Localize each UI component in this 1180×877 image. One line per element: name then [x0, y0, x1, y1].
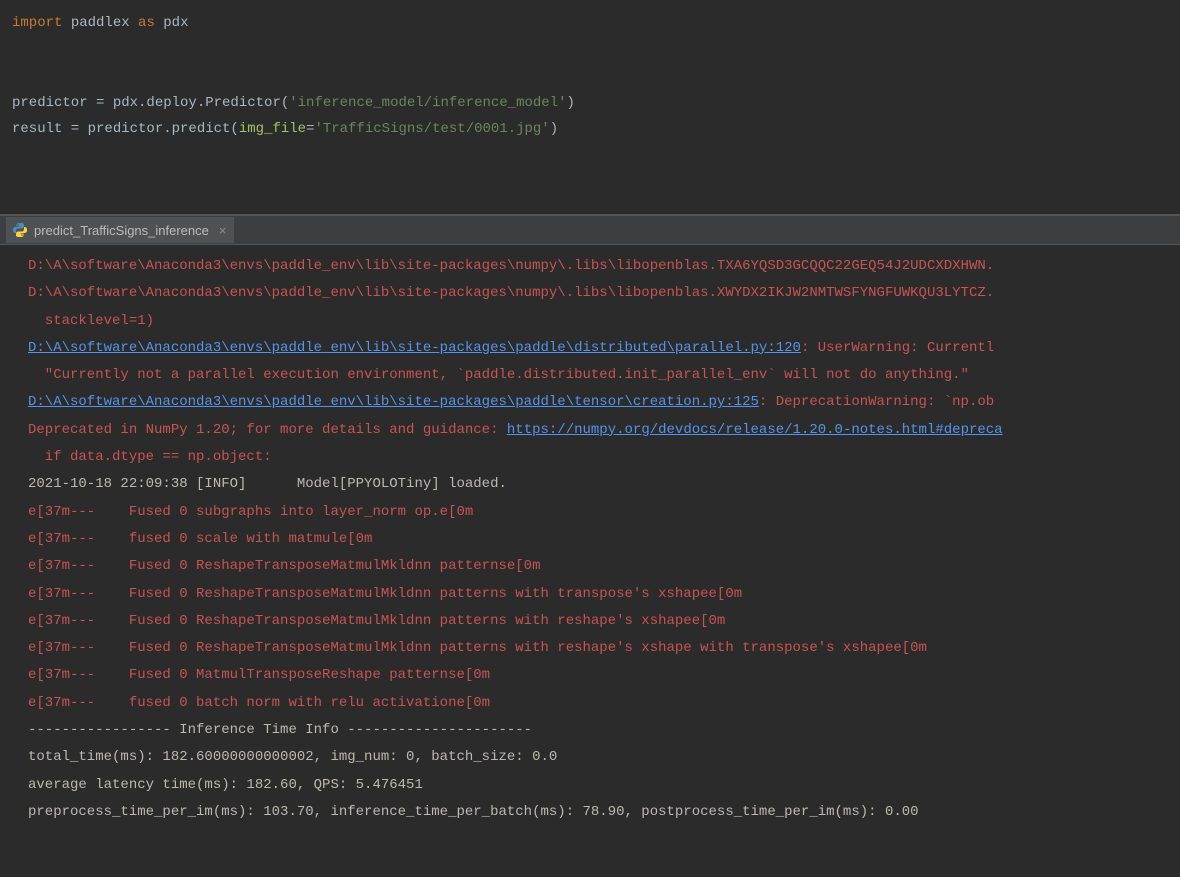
param-name: img_file	[239, 121, 306, 137]
console-line: : UserWarning: Currentl	[801, 340, 994, 356]
console-line: e[37m--- Fused 0 ReshapeTransposeMatmulM…	[28, 640, 927, 656]
code-editor[interactable]: import paddlex as pdx predictor = pdx.de…	[0, 0, 1180, 215]
console-line: 2021-10-18 22:09:38 [INFO] Model[PPYOLOT…	[28, 476, 507, 492]
console-line: D:\A\software\Anaconda3\envs\paddle_env\…	[28, 258, 994, 274]
console-line: e[37m--- Fused 0 ReshapeTransposeMatmulM…	[28, 558, 540, 574]
console-line: e[37m--- fused 0 batch norm with relu ac…	[28, 695, 490, 711]
console-output[interactable]: D:\A\software\Anaconda3\envs\paddle_env\…	[0, 245, 1180, 877]
console-line: e[37m--- Fused 0 subgraphs into layer_no…	[28, 504, 473, 520]
run-tab[interactable]: predict_TrafficSigns_inference ×	[6, 217, 234, 243]
console-line: D:\A\software\Anaconda3\envs\paddle_env\…	[28, 285, 994, 301]
console-line: e[37m--- Fused 0 ReshapeTransposeMatmulM…	[28, 586, 742, 602]
code-text: )	[550, 121, 558, 137]
string-literal: 'inference_model/inference_model'	[289, 95, 566, 111]
keyword-import: import	[12, 15, 62, 31]
console-line: e[37m--- fused 0 scale with matmule[0m	[28, 531, 372, 547]
console-line: if data.dtype == np.object:	[28, 449, 272, 465]
console-line: "Currently not a parallel execution envi…	[28, 367, 969, 383]
code-text: paddlex	[62, 15, 138, 31]
code-text: )	[567, 95, 575, 111]
code-text: predictor = pdx.deploy.Predictor(	[12, 95, 289, 111]
console-line: : DeprecationWarning: `np.ob	[759, 394, 994, 410]
code-text: pdx	[155, 15, 189, 31]
console-line: Deprecated in NumPy 1.20; for more detai…	[28, 422, 507, 438]
keyword-as: as	[138, 15, 155, 31]
console-line: e[37m--- Fused 0 ReshapeTransposeMatmulM…	[28, 613, 725, 629]
string-literal: 'TrafficSigns/test/0001.jpg'	[314, 121, 549, 137]
console-link[interactable]: D:\A\software\Anaconda3\envs\paddle_env\…	[28, 340, 801, 356]
console-line: stacklevel=1)	[28, 313, 154, 329]
console-line: average latency time(ms): 182.60, QPS: 5…	[28, 777, 423, 793]
console-line: e[37m--- Fused 0 MatmulTransposeReshape …	[28, 667, 490, 683]
python-icon	[12, 222, 28, 238]
code-text: result = predictor.predict(	[12, 121, 239, 137]
console-link[interactable]: https://numpy.org/devdocs/release/1.20.0…	[507, 422, 1003, 438]
console-line: preprocess_time_per_im(ms): 103.70, infe…	[28, 804, 919, 820]
console-line: total_time(ms): 182.60000000000002, img_…	[28, 749, 557, 765]
close-icon[interactable]: ×	[215, 223, 227, 238]
console-tab-bar: predict_TrafficSigns_inference ×	[0, 215, 1180, 245]
console-line: ----------------- Inference Time Info --…	[28, 722, 532, 738]
tab-label: predict_TrafficSigns_inference	[34, 223, 209, 238]
console-link[interactable]: D:\A\software\Anaconda3\envs\paddle_env\…	[28, 394, 759, 410]
